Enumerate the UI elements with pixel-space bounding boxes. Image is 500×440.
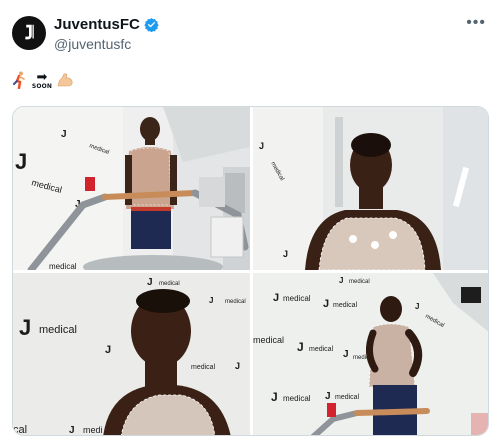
svg-text:J: J [15,149,27,174]
svg-text:J: J [209,296,213,305]
photo-closeup-looking-up[interactable]: J medical J J medical J medical medical … [13,273,250,436]
svg-text:J: J [283,249,288,259]
svg-text:medical: medical [335,394,360,401]
svg-text:J: J [415,302,419,311]
svg-text:medical: medical [283,394,311,403]
svg-text:medical: medical [225,299,246,305]
svg-text:medical: medical [349,279,370,285]
soon-arrow-icon: ➡ SOON [31,68,53,90]
flexed-biceps-icon [56,71,74,89]
svg-text:medical: medical [191,364,216,371]
svg-text:J: J [147,277,153,288]
svg-text:J: J [297,340,304,354]
avatar[interactable] [12,16,46,50]
svg-text:medi: medi [83,425,103,435]
svg-text:J: J [339,276,343,285]
media-grid: J medical J J medical medical J medical … [12,106,489,436]
verified-badge-icon [144,17,159,32]
svg-text:J: J [323,298,329,310]
svg-text:J: J [69,425,75,436]
tweet-header: JuventusFC @juventusfc ••• [12,12,488,60]
person-running-icon [12,71,28,89]
photo-treadmill-wide[interactable]: J medical J J medical medical [13,107,250,270]
svg-text:medical: medical [159,281,180,287]
svg-text:medical: medical [333,302,358,309]
svg-text:J: J [271,390,278,404]
photo-closeup-electrodes[interactable]: J medical J [253,107,488,270]
svg-text:medical: medical [309,346,334,353]
svg-text:J: J [105,344,111,356]
more-options-icon[interactable]: ••• [466,14,486,32]
svg-text:J: J [343,349,349,360]
svg-text:medical: medical [49,262,77,270]
svg-text:medical: medical [283,294,311,303]
svg-text:medical: medical [39,324,77,336]
photo-running-treadmill[interactable]: J medical J medical J medical medical J … [253,273,488,435]
svg-text:J: J [235,361,240,371]
svg-text:J: J [19,315,31,340]
svg-text:medical: medical [253,335,284,345]
svg-text:J: J [61,129,67,140]
juventus-j-logo-icon [25,24,34,40]
display-name[interactable]: JuventusFC [54,16,140,33]
svg-text:cal: cal [13,424,27,436]
svg-text:J: J [325,391,331,402]
tweet-text: ➡ SOON [12,66,74,94]
svg-text:J: J [259,141,264,151]
account-handle[interactable]: @juventusfc [54,36,131,52]
svg-text:J: J [273,292,279,304]
name-row: JuventusFC [54,16,159,33]
soon-label: SOON [31,82,53,90]
